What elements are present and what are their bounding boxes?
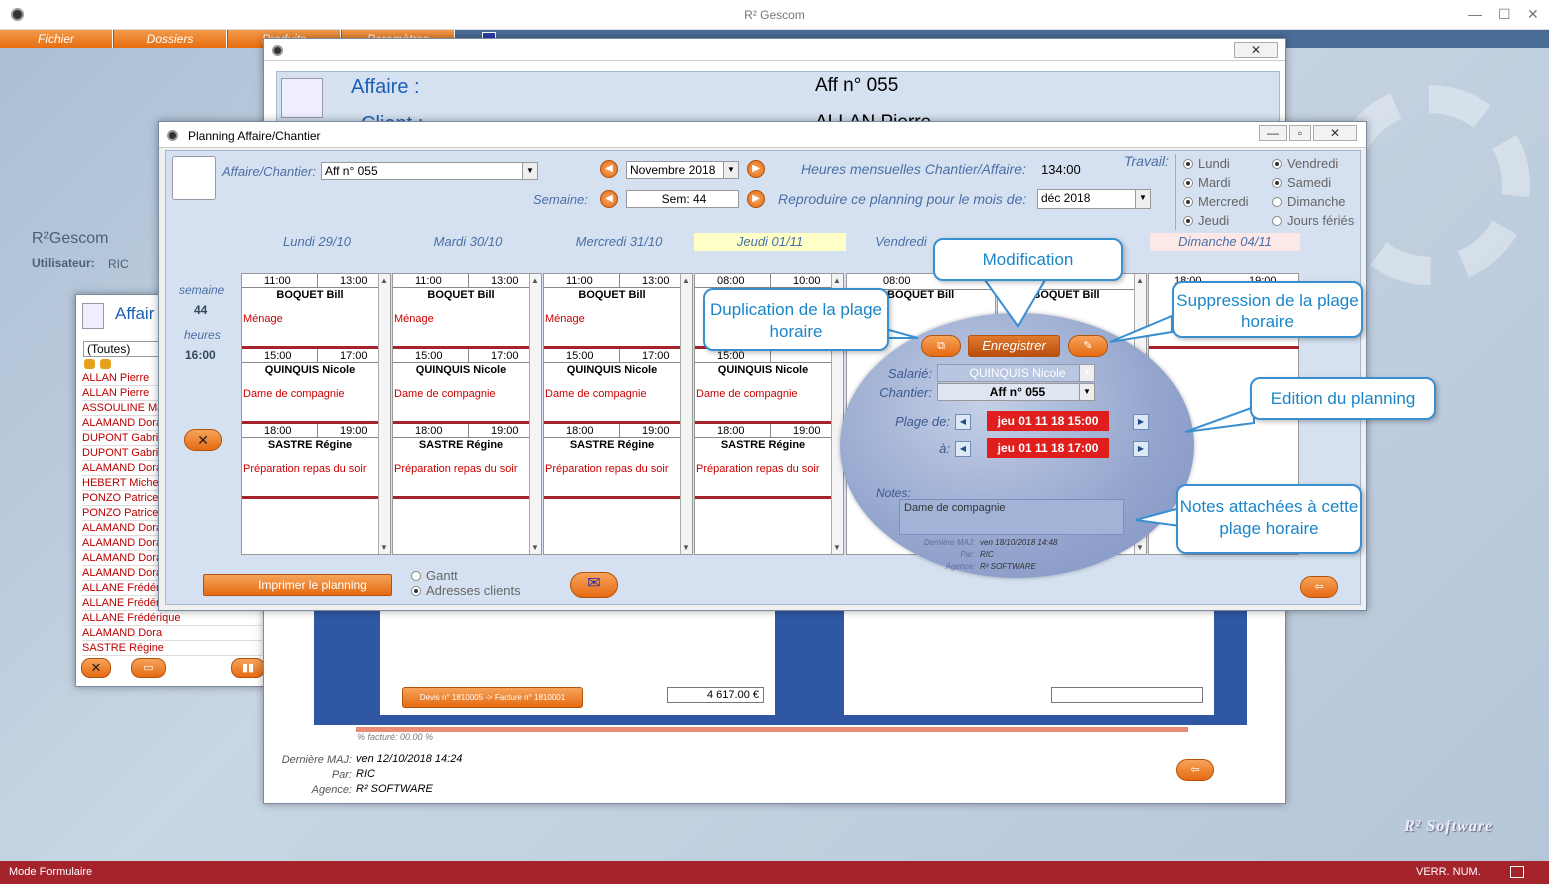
callout-suppression: Suppression de la plage horaire — [1172, 281, 1363, 338]
form-view-icon[interactable] — [1510, 866, 1524, 878]
callout-edition: Edition du planning — [1250, 377, 1436, 420]
callout-notes: Notes attachées à cette plage horaire — [1176, 484, 1362, 554]
callout-modification: Modification — [933, 238, 1123, 281]
status-num: VERR. NUM. — [1416, 866, 1481, 878]
status-mode: Mode Formulaire — [9, 866, 93, 878]
callout-pointers — [859, 279, 1255, 528]
callout-duplication: Duplication de la plage horaire — [703, 288, 889, 351]
pointer-suppression — [1109, 314, 1173, 343]
pointer-notes — [1135, 506, 1181, 528]
pointer-edition — [1184, 405, 1255, 433]
status-bar: Mode Formulaire VERR. NUM. — [0, 861, 1549, 884]
pointer-modification — [983, 279, 1047, 328]
